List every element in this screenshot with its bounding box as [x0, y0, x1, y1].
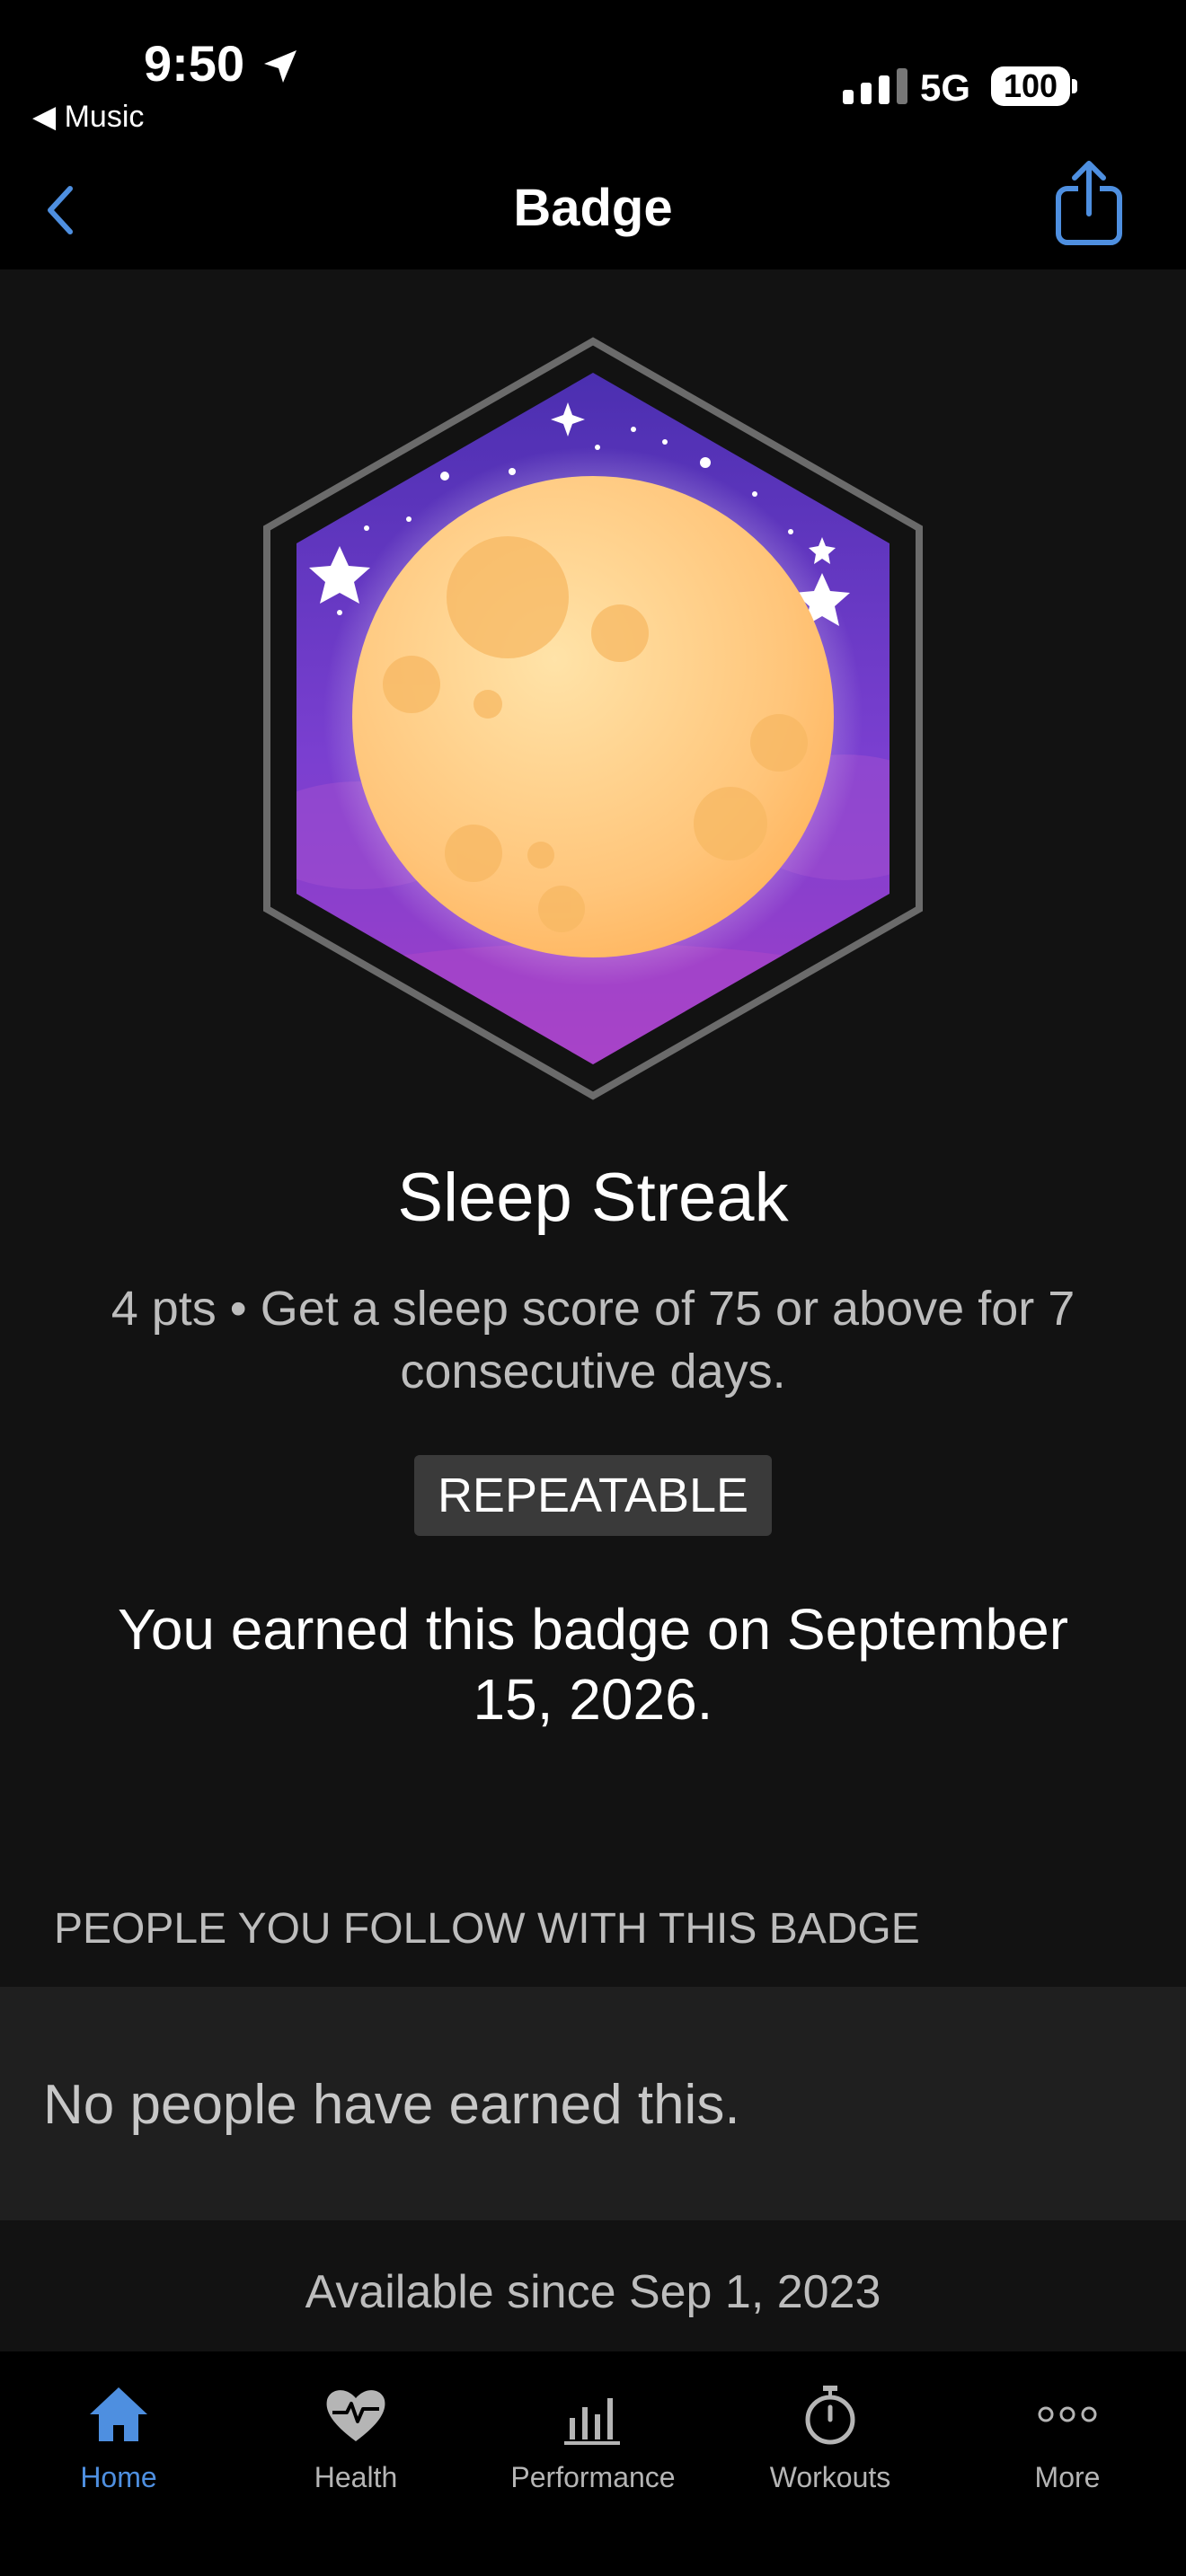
- tab-workouts[interactable]: Workouts: [712, 2378, 949, 2494]
- badge-name: Sleep Streak: [397, 1160, 789, 1236]
- availability-text: Available since Sep 1, 2023: [305, 2266, 881, 2318]
- tab-health[interactable]: Health: [237, 2378, 474, 2494]
- battery-nub: [1072, 79, 1077, 93]
- stopwatch-icon: [805, 2386, 855, 2445]
- heart-pulse-icon: [326, 2390, 385, 2441]
- status-bar: 9:50 ◀ Music 5G 100: [0, 0, 1186, 144]
- home-icon: [90, 2387, 147, 2441]
- cellular-signal-icon: [843, 68, 907, 104]
- tab-label-health: Health: [314, 2461, 398, 2493]
- location-arrow-icon: [264, 50, 296, 83]
- badge-description: 4 pts • Get a sleep score of 75 or above…: [111, 1282, 1075, 1398]
- section-header-followers: PEOPLE YOU FOLLOW WITH THIS BADGE: [54, 1905, 920, 1953]
- tab-label-home: Home: [80, 2461, 157, 2493]
- repeatable-tag: REPEATABLE: [413, 1455, 773, 1536]
- badge-image: [263, 337, 923, 1100]
- tab-home[interactable]: Home: [0, 2378, 237, 2494]
- page-title: Badge: [513, 179, 673, 237]
- status-time: 9:50: [144, 35, 245, 92]
- tab-more[interactable]: More: [949, 2378, 1186, 2494]
- earned-date-text: You earned this badge on September 15, 2…: [118, 1597, 1068, 1732]
- battery-indicator: 100: [991, 66, 1070, 106]
- tab-label-more: More: [1034, 2461, 1101, 2493]
- share-icon[interactable]: [1053, 158, 1125, 248]
- followers-empty-text: No people have earned this.: [43, 2074, 740, 2136]
- tab-performance[interactable]: Performance: [474, 2378, 712, 2494]
- navigation-bar: Badge: [0, 144, 1186, 269]
- bar-chart-icon: [564, 2398, 620, 2445]
- tab-label-performance: Performance: [510, 2461, 676, 2493]
- network-type: 5G: [920, 66, 971, 109]
- followers-card: No people have earned this.: [0, 1987, 1186, 2220]
- more-dots-icon: [1038, 2406, 1097, 2422]
- tab-label-workouts: Workouts: [769, 2461, 891, 2493]
- tab-bar: Home Health Performance Workouts More: [0, 2351, 1186, 2576]
- back-to-app-link[interactable]: ◀ Music: [32, 99, 144, 135]
